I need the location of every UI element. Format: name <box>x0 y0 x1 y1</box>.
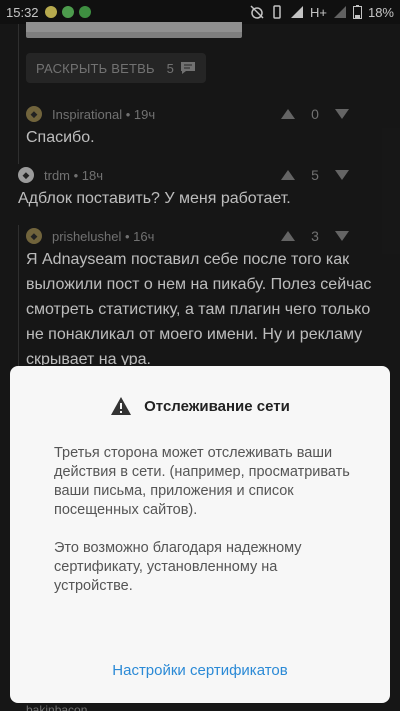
dialog-title: Отслеживание сети <box>144 397 290 415</box>
warning-icon <box>111 397 132 415</box>
dialog-paragraph: Это возможно благодаря надежному сертифи… <box>54 540 302 594</box>
network-monitoring-dialog: Отслеживание сети Третья сторона может о… <box>10 366 390 703</box>
dialog-message: Третья сторона может отслеживать ваши де… <box>54 444 354 615</box>
certificate-settings-button[interactable]: Настройки сертификатов <box>10 662 390 679</box>
dialog-header: Отслеживание сети <box>10 396 390 416</box>
dialog-paragraph: Третья сторона может отслеживать ваши де… <box>54 445 350 518</box>
